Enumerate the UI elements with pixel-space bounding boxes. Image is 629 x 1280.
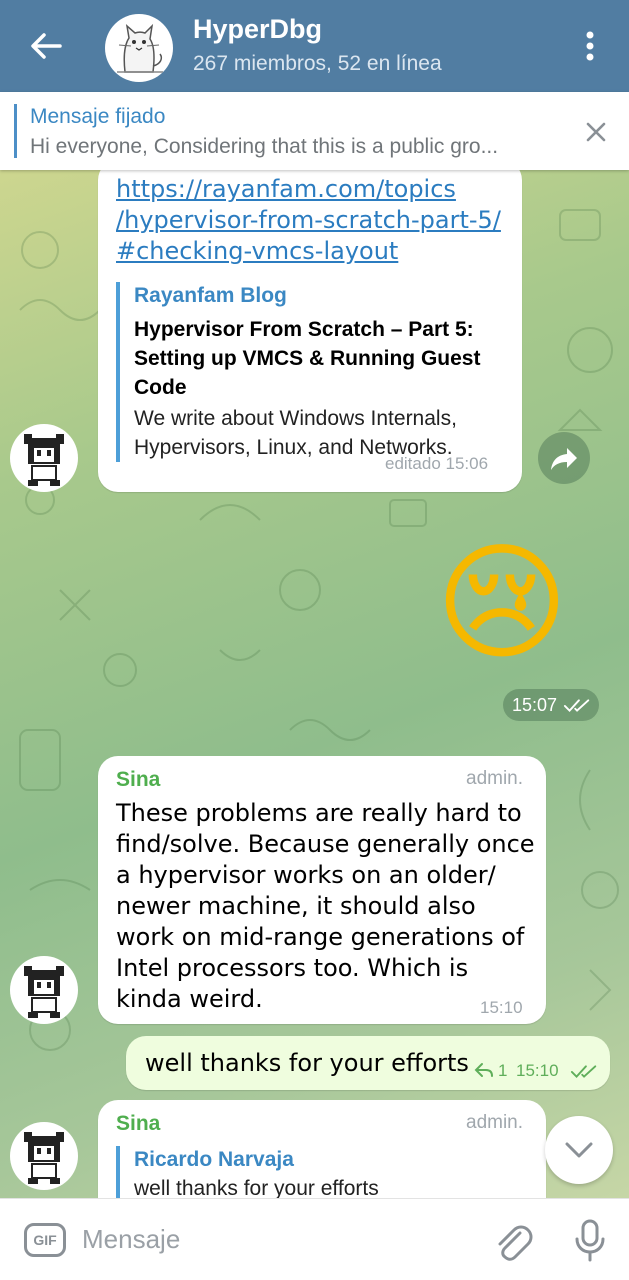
scroll-down-button[interactable] [545, 1116, 613, 1184]
chat-area[interactable]: https://rayanfam.com/topics /hypervisor-… [0, 170, 629, 1198]
sender-name[interactable]: Sina [116, 1112, 160, 1136]
link-preview-title: Hypervisor From Scratch – Part 5: Settin… [134, 318, 481, 399]
pixel-avatar-icon [24, 966, 64, 1018]
message-time: 15:10 [480, 998, 523, 1017]
message-input[interactable] [82, 1219, 472, 1259]
user-avatar[interactable] [10, 1122, 78, 1190]
user-avatar[interactable] [10, 424, 78, 492]
member-count: 267 miembros, 52 en línea [193, 52, 442, 75]
link-preview-site: Rayanfam Blog [134, 284, 287, 307]
quote-author: Ricardo Narvaja [134, 1148, 294, 1171]
paperclip-icon[interactable] [490, 1219, 534, 1263]
admin-badge: admin. [466, 768, 524, 789]
double-check-icon [570, 1065, 597, 1078]
message-input-bar: GIF [0, 1198, 629, 1280]
share-icon [551, 448, 577, 470]
message-bubble-sina[interactable]: Sina admin. These problems are really ha… [98, 756, 546, 1024]
group-avatar[interactable] [105, 14, 173, 82]
chevron-down-icon [565, 1142, 593, 1158]
emoji-sticker[interactable]: 😢 [424, 526, 580, 682]
pinned-text: Hi everyone, Considering that this is a … [30, 135, 499, 158]
message-text: These problems are really hard to find/s… [116, 799, 535, 1013]
reply-quote[interactable]: Ricardo Narvaja well thanks for your eff… [116, 1146, 526, 1198]
pinned-accent-line [14, 104, 17, 158]
message-link[interactable]: #checking-vmcs-layout [116, 236, 398, 267]
chat-header: HyperDbg 267 miembros, 52 en línea [0, 0, 629, 92]
pixel-avatar-icon [24, 434, 64, 486]
more-vertical-icon[interactable] [578, 26, 602, 66]
admin-badge: admin. [466, 1112, 524, 1133]
message-time: editado 15:06 [385, 454, 489, 473]
user-avatar[interactable] [10, 956, 78, 1024]
microphone-icon[interactable] [570, 1217, 610, 1263]
reply-count: 1 [498, 1061, 508, 1080]
quote-text: well thanks for your efforts [134, 1177, 379, 1198]
message-text: well thanks for your efforts [145, 1049, 469, 1077]
gif-button[interactable]: GIF [24, 1223, 66, 1257]
reply-icon [474, 1063, 493, 1077]
pixel-avatar-icon [24, 1132, 64, 1184]
message-bubble-reply[interactable]: Sina admin. Ricardo Narvaja well thanks … [98, 1100, 546, 1198]
message-time: 15:10 [516, 1061, 559, 1080]
pinned-title: Mensaje fijado [30, 105, 166, 128]
message-time: 15:07 [512, 695, 558, 715]
message-bubble-link[interactable]: https://rayanfam.com/topics /hypervisor-… [98, 170, 522, 492]
forward-button[interactable] [538, 432, 590, 484]
arrow-left-icon[interactable] [26, 26, 66, 66]
pinned-message-bar[interactable]: Mensaje fijado Hi everyone, Considering … [0, 92, 629, 170]
link-preview[interactable]: Rayanfam Blog Hypervisor From Scratch – … [116, 282, 521, 462]
message-link[interactable]: /hypervisor-from-scratch-part-5/ [116, 205, 501, 236]
sender-name[interactable]: Sina [116, 768, 160, 792]
cat-icon [117, 23, 163, 73]
message-bubble-thanks[interactable]: well thanks for your efforts 1 15:10 [126, 1036, 610, 1090]
message-link[interactable]: https://rayanfam.com/topics [116, 174, 456, 205]
double-check-icon [563, 699, 590, 712]
group-title[interactable]: HyperDbg [193, 14, 322, 45]
close-icon[interactable] [582, 118, 610, 146]
emoji-time-pill: 15:07 [503, 689, 599, 721]
